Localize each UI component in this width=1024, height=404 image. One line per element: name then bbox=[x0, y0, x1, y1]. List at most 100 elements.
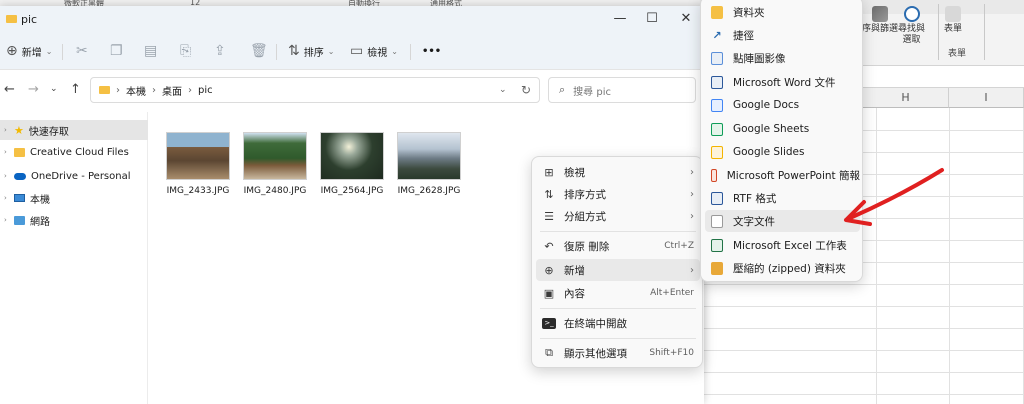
chevron-right-icon[interactable]: › bbox=[4, 126, 9, 134]
submenu-item-google-docs[interactable]: Google Docs bbox=[705, 94, 860, 116]
chevron-right-icon[interactable]: › bbox=[4, 148, 9, 156]
copy-button[interactable]: ❐ bbox=[110, 41, 123, 61]
ribbon-group-label: 表單 bbox=[948, 49, 967, 59]
breadcrumb-separator[interactable]: › bbox=[188, 85, 192, 96]
search-box[interactable]: ⌕ 搜尋 pic bbox=[548, 77, 696, 103]
submenu-item-text-document[interactable]: 文字文件 bbox=[705, 210, 860, 232]
menu-separator bbox=[540, 308, 696, 309]
google-sheets-icon bbox=[711, 122, 723, 136]
form-button[interactable]: 表單 bbox=[944, 6, 962, 35]
submenu-item-label: Google Docs bbox=[733, 99, 800, 111]
delete-button[interactable]: 🗑 bbox=[250, 41, 268, 61]
chevron-right-icon: › bbox=[690, 264, 694, 276]
file-name: IMG_2564.JPG bbox=[320, 186, 384, 196]
bitmap-icon bbox=[711, 51, 723, 65]
plus-circle-icon: ⊕ bbox=[6, 43, 18, 59]
sort-button[interactable]: ⇅ 排序 ⌄ bbox=[288, 41, 334, 61]
context-menu: ⊞ 檢視 › ⇅ 排序方式 › ☰ 分組方式 › ↶ 復原 刪除 Ctrl+Z … bbox=[531, 156, 703, 368]
file-item[interactable]: IMG_2564.JPG bbox=[317, 132, 387, 196]
menu-item-sort-by[interactable]: ⇅ 排序方式 › bbox=[536, 183, 700, 205]
word-icon bbox=[711, 75, 723, 89]
view-button[interactable]: ▭ 檢視 ⌄ bbox=[350, 41, 398, 61]
chevron-right-icon[interactable]: › bbox=[4, 172, 9, 180]
folder-icon bbox=[99, 86, 110, 94]
magnifier-icon bbox=[903, 6, 920, 22]
window-tab[interactable]: pic bbox=[0, 9, 47, 29]
minimize-button[interactable]: — bbox=[604, 8, 636, 30]
forward-arrow-icon[interactable]: → bbox=[28, 82, 39, 97]
breadcrumb-separator[interactable]: › bbox=[152, 85, 156, 96]
submenu-item-excel[interactable]: Microsoft Excel 工作表 bbox=[705, 234, 860, 256]
paste-button[interactable]: ▤ bbox=[144, 41, 157, 61]
grid-line bbox=[700, 328, 1024, 329]
submenu-item-label: Google Slides bbox=[733, 146, 805, 158]
submenu-item-powerpoint[interactable]: Microsoft PowerPoint 簡報 bbox=[705, 164, 860, 186]
back-arrow-icon[interactable]: ← bbox=[4, 82, 15, 97]
up-arrow-icon[interactable]: ↑ bbox=[70, 82, 81, 97]
maximize-button[interactable]: ☐ bbox=[636, 8, 668, 30]
sort-filter-button[interactable]: 序與篩選 bbox=[862, 6, 898, 35]
file-name: IMG_2480.JPG bbox=[243, 186, 307, 196]
nav-item-creative-cloud[interactable]: › Creative Cloud Files bbox=[0, 142, 148, 162]
address-bar[interactable]: › 本機 › 桌面 › pic ⌄ ↻ bbox=[90, 77, 540, 103]
share-button[interactable]: ⇪ bbox=[214, 41, 226, 61]
new-submenu: 資料夾 ↗ 捷徑 點陣圖影像 Microsoft Word 文件 Google … bbox=[700, 0, 863, 282]
nav-item-quick-access[interactable]: › ★ 快速存取 bbox=[0, 120, 148, 140]
nav-item-network[interactable]: › 網路 bbox=[0, 210, 148, 230]
new-button[interactable]: ⊕ 新增 ⌄ bbox=[6, 41, 52, 61]
creative-cloud-icon bbox=[14, 147, 25, 157]
grid-line bbox=[700, 306, 1024, 307]
breadcrumb-this-pc[interactable]: 本機 bbox=[126, 83, 146, 98]
form-button-label: 表單 bbox=[944, 24, 963, 34]
recent-locations-icon[interactable]: ⌄ bbox=[50, 84, 58, 94]
menu-item-label: 新增 bbox=[564, 264, 585, 277]
menu-item-show-more-options[interactable]: ⧉ 顯示其他選項 Shift+F10 bbox=[536, 342, 700, 364]
submenu-item-google-slides[interactable]: Google Slides bbox=[705, 141, 860, 163]
submenu-item-folder[interactable]: 資料夾 bbox=[705, 1, 860, 23]
close-button[interactable]: ✕ bbox=[670, 8, 702, 30]
menu-item-label: 分組方式 bbox=[564, 210, 606, 223]
nav-item-label: OneDrive - Personal bbox=[31, 170, 131, 182]
grid-line bbox=[700, 372, 1024, 373]
breadcrumb-separator[interactable]: › bbox=[116, 85, 120, 96]
nav-item-onedrive[interactable]: › OneDrive - Personal bbox=[0, 166, 148, 186]
address-dropdown-icon[interactable]: ⌄ bbox=[499, 85, 507, 95]
column-header-h[interactable]: H bbox=[863, 88, 949, 108]
submenu-item-rtf[interactable]: RTF 格式 bbox=[705, 187, 860, 209]
submenu-item-bitmap[interactable]: 點陣圖影像 bbox=[705, 47, 860, 69]
see-more-button[interactable]: ••• bbox=[422, 41, 441, 61]
menu-item-properties[interactable]: ▣ 內容 Alt+Enter bbox=[536, 282, 700, 304]
submenu-item-label: 文字文件 bbox=[733, 215, 775, 228]
image-thumbnail bbox=[320, 132, 384, 180]
breadcrumb-pic[interactable]: pic bbox=[198, 85, 213, 96]
menu-item-new[interactable]: ⊕ 新增 › bbox=[536, 259, 700, 281]
file-item[interactable]: IMG_2628.JPG bbox=[394, 132, 464, 196]
image-thumbnail bbox=[166, 132, 230, 180]
submenu-item-google-sheets[interactable]: Google Sheets bbox=[705, 118, 860, 140]
nav-item-this-pc[interactable]: › 本機 bbox=[0, 188, 148, 208]
rtf-icon bbox=[711, 191, 723, 205]
breadcrumb-desktop[interactable]: 桌面 bbox=[162, 83, 182, 98]
submenu-item-word[interactable]: Microsoft Word 文件 bbox=[705, 71, 860, 93]
toolbar-separator bbox=[276, 44, 277, 60]
cut-button[interactable]: ✂ bbox=[76, 41, 88, 61]
file-name: IMG_2433.JPG bbox=[166, 186, 230, 196]
chevron-right-icon: › bbox=[690, 166, 694, 178]
file-item[interactable]: IMG_2433.JPG bbox=[163, 132, 233, 196]
menu-item-view[interactable]: ⊞ 檢視 › bbox=[536, 161, 700, 183]
rename-button[interactable]: ⎘ bbox=[180, 41, 191, 61]
submenu-item-label: 壓縮的 (zipped) 資料夾 bbox=[733, 262, 846, 275]
chevron-right-icon[interactable]: › bbox=[4, 194, 9, 202]
refresh-icon[interactable]: ↻ bbox=[521, 83, 531, 97]
find-select-button[interactable]: 尋找與 選取 bbox=[898, 6, 925, 46]
file-item[interactable]: IMG_2480.JPG bbox=[240, 132, 310, 196]
submenu-item-zip-folder[interactable]: 壓縮的 (zipped) 資料夾 bbox=[705, 257, 860, 279]
menu-item-open-in-terminal[interactable]: >_ 在終端中開啟 bbox=[536, 312, 700, 334]
menu-item-group-by[interactable]: ☰ 分組方式 › bbox=[536, 205, 700, 227]
submenu-item-label: Microsoft Word 文件 bbox=[733, 76, 836, 89]
chevron-right-icon: › bbox=[690, 210, 694, 222]
submenu-item-shortcut[interactable]: ↗ 捷徑 bbox=[705, 24, 860, 46]
menu-item-undo-delete[interactable]: ↶ 復原 刪除 Ctrl+Z bbox=[536, 235, 700, 257]
chevron-right-icon[interactable]: › bbox=[4, 216, 9, 224]
column-header-i[interactable]: I bbox=[949, 88, 1024, 108]
